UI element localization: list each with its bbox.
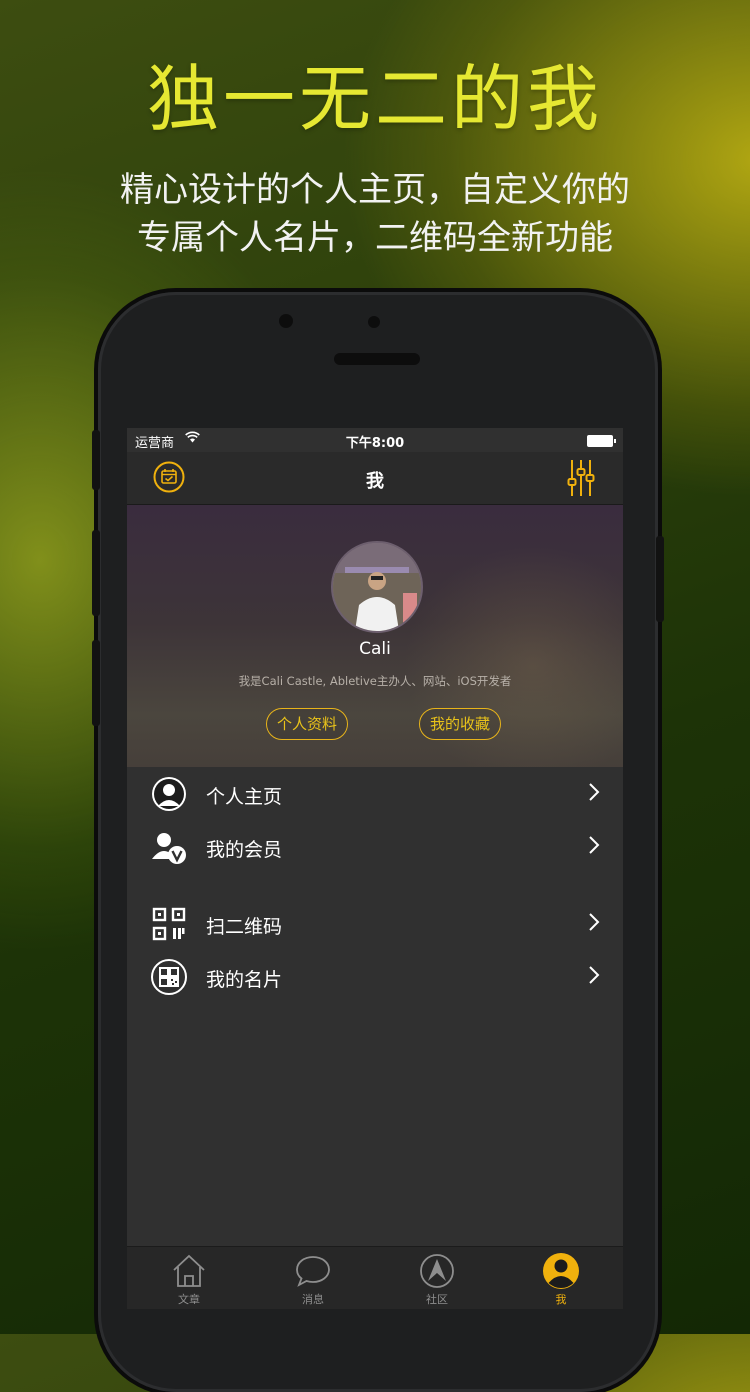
- menu-item-membership[interactable]: 我的会员: [127, 821, 623, 873]
- tab-community[interactable]: 社区: [375, 1247, 499, 1309]
- menu-item-label: 个人主页: [206, 786, 283, 808]
- menu-item-scan-qr[interactable]: 扫二维码: [127, 898, 623, 950]
- tab-me[interactable]: 我: [499, 1247, 623, 1309]
- volume-down-button: [92, 640, 100, 726]
- qr-scan-icon: [151, 906, 187, 942]
- tab-label: 消息: [302, 1293, 324, 1306]
- power-button: [656, 536, 664, 622]
- phone-screen: 运营商 下午8:00 我 Cali 我是Cali Castle, Abletiv…: [127, 428, 623, 1309]
- volume-up-button: [92, 530, 100, 616]
- tab-label: 社区: [426, 1293, 448, 1306]
- home-icon: [170, 1252, 208, 1290]
- tab-label: 我: [555, 1293, 567, 1306]
- chevron-right-icon: [587, 964, 601, 986]
- menu-item-business-card[interactable]: 我的名片: [127, 951, 623, 1003]
- menu-item-label: 我的会员: [206, 839, 283, 861]
- chevron-right-icon: [587, 834, 601, 856]
- mute-switch: [92, 430, 100, 490]
- menu-item-homepage[interactable]: 个人主页: [127, 768, 623, 820]
- earpiece-speaker: [334, 353, 420, 365]
- profile-info-button[interactable]: 个人资料: [266, 708, 348, 740]
- profile-name: Cali: [359, 639, 391, 659]
- profile-avatar[interactable]: [331, 541, 423, 633]
- proximity-sensor: [368, 316, 380, 328]
- promo-headline: 独一无二的我: [146, 57, 603, 141]
- clock-label: 下午8:00: [345, 436, 405, 451]
- chat-bubble-icon: [294, 1252, 332, 1290]
- menu-item-label: 我的名片: [206, 969, 283, 991]
- user-icon: [542, 1252, 580, 1290]
- tab-messages[interactable]: 消息: [251, 1247, 375, 1309]
- member-v-icon: [151, 829, 187, 865]
- nav-title: 我: [366, 471, 384, 492]
- chevron-right-icon: [587, 781, 601, 803]
- promo-subline-2: 专属个人名片，二维码全新功能: [137, 218, 613, 258]
- battery-icon: [587, 435, 616, 447]
- promo-subline-1: 精心设计的个人主页，自定义你的: [120, 170, 630, 210]
- favorites-button[interactable]: 我的收藏: [419, 708, 501, 740]
- qr-card-icon: [151, 959, 187, 995]
- tab-label: 文章: [178, 1293, 200, 1306]
- tab-bar: 文章 消息 社区 我: [127, 1246, 623, 1309]
- profile-bio: 我是Cali Castle, Abletive主办人、网站、iOS开发者: [238, 674, 512, 688]
- menu-item-label: 扫二维码: [206, 916, 283, 938]
- tab-articles[interactable]: 文章: [127, 1247, 251, 1309]
- profile-header: Cali 我是Cali Castle, Abletive主办人、网站、iOS开发…: [127, 505, 623, 767]
- status-bar: 运营商 下午8:00: [127, 428, 623, 452]
- sliders-icon[interactable]: [567, 458, 595, 498]
- abletive-logo-icon: [418, 1252, 456, 1290]
- user-avatar-icon: [151, 776, 187, 812]
- promo-subline: 精心设计的个人主页，自定义你的 专属个人名片，二维码全新功能: [0, 166, 750, 262]
- chevron-right-icon: [587, 911, 601, 933]
- front-camera: [279, 314, 293, 328]
- navigation-bar: 我: [127, 452, 623, 505]
